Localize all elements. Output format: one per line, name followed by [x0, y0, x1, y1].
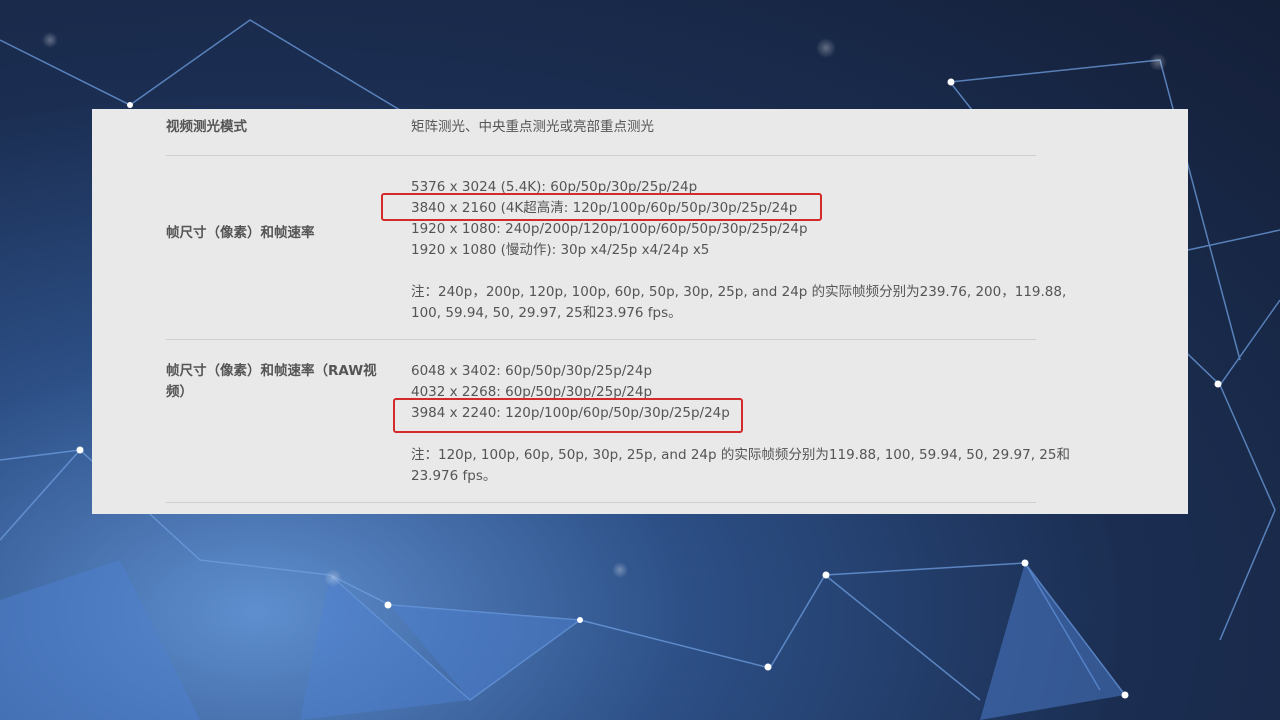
- raw-frame-size-value: 6048 x 3402: 60p/50p/30p/25p/24p: [411, 363, 653, 379]
- raw-label-line: 帧尺寸（像素）和帧速率（RAW视: [166, 363, 377, 379]
- frame-size-note: 注：240p，200p, 120p, 100p, 60p, 50p, 30p, …: [411, 282, 1067, 324]
- spec-label-metering: 视频测光模式: [166, 119, 247, 135]
- spec-table: 视频测光模式 矩阵测光、中央重点测光或亮部重点测光 帧尺寸（像素）和帧速率 53…: [166, 109, 1070, 503]
- spec-label-raw-frame-size: 帧尺寸（像素）和帧速率（RAW视 频）: [166, 361, 381, 403]
- raw-label-line: 频）: [166, 384, 193, 400]
- spec-label-frame-size: 帧尺寸（像素）和帧速率: [166, 225, 315, 241]
- frame-size-value: 1920 x 1080 (慢动作): 30p x4/25p x4/24p x5: [411, 242, 710, 258]
- highlight-box-raw-3984: [393, 398, 743, 433]
- note-line: 注：120p, 100p, 60p, 50p, 30p, 25p, and 24…: [411, 447, 1070, 463]
- spec-value-metering: 矩阵测光、中央重点测光或亮部重点测光: [411, 119, 654, 135]
- raw-frame-size-note: 注：120p, 100p, 60p, 50p, 30p, 25p, and 24…: [411, 445, 1070, 487]
- spec-row-frame-size: 帧尺寸（像素）和帧速率 5376 x 3024 (5.4K): 60p/50p/…: [166, 156, 1067, 340]
- note-line: 100, 59.94, 50, 29.97, 25和23.976 fps。: [411, 305, 682, 321]
- note-line: 注：240p，200p, 120p, 100p, 60p, 50p, 30p, …: [411, 284, 1067, 300]
- spec-row-metering: 视频测光模式 矩阵测光、中央重点测光或亮部重点测光: [166, 109, 1036, 156]
- note-line: 23.976 fps。: [411, 468, 497, 484]
- highlight-box-4k: [381, 193, 822, 221]
- spec-panel: 视频测光模式 矩阵测光、中央重点测光或亮部重点测光 帧尺寸（像素）和帧速率 53…: [92, 109, 1188, 514]
- frame-size-value: 1920 x 1080: 240p/200p/120p/100p/60p/50p…: [411, 221, 808, 237]
